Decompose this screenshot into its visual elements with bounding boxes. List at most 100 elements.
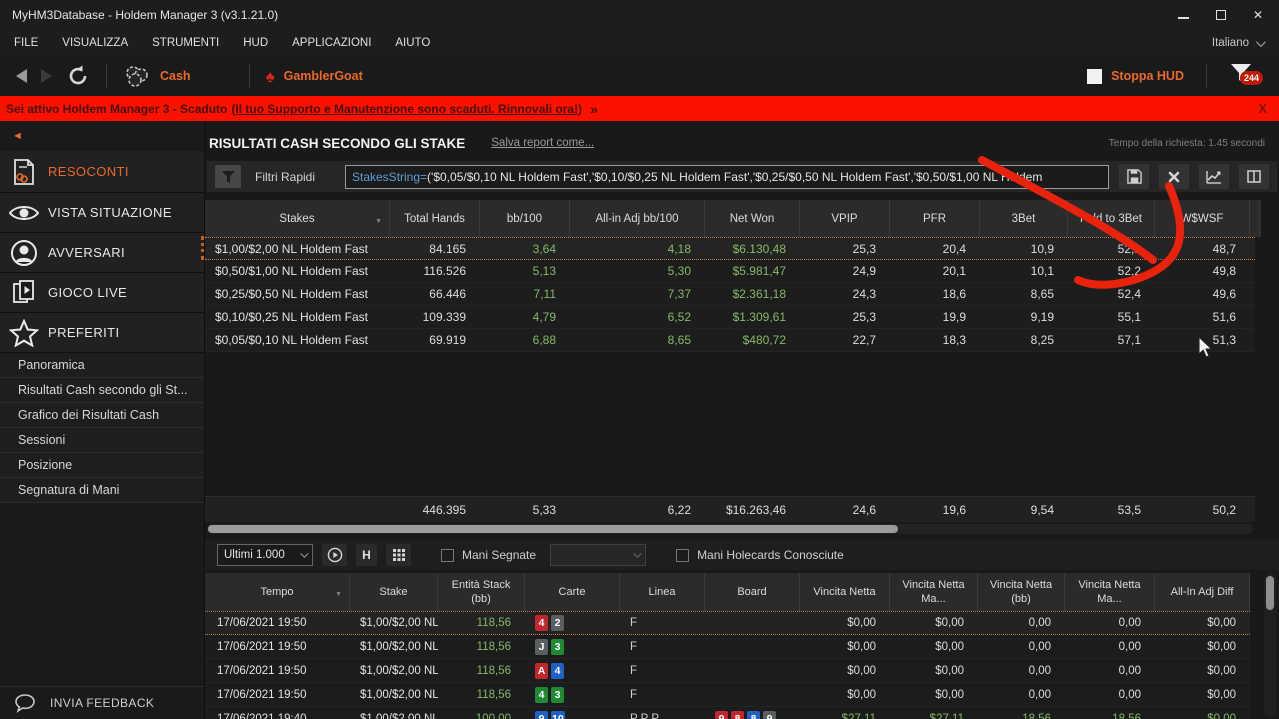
hand-row[interactable]: 17/06/2021 19:50 $1,00/$2,00 NL Holdem Fa…: [205, 635, 1250, 659]
chart-view-button[interactable]: [1199, 164, 1229, 189]
sidebar-item-vista-situazione[interactable]: VISTA SITUAZIONE: [0, 193, 204, 233]
marked-hands-checkbox[interactable]: [441, 548, 454, 562]
column-header-w-wsf[interactable]: W$WSF: [1155, 200, 1250, 237]
column-header-vincita-netta-ma-[interactable]: Vincita Netta Ma...: [1065, 573, 1155, 611]
menu-item-hud[interactable]: HUD: [243, 37, 268, 49]
save-report-link[interactable]: Salva report come...: [491, 137, 594, 149]
column-header-total-hands[interactable]: Total Hands: [390, 200, 480, 237]
stakes-table-row[interactable]: $0,10/$0,25 NL Holdem Fast 109.339 4,79 6,5…: [205, 306, 1255, 329]
send-feedback-button[interactable]: INVIA FEEDBACK: [0, 686, 204, 719]
banner-close-button[interactable]: X: [1258, 101, 1279, 116]
cell-value: 10,9: [1030, 241, 1054, 256]
cell-money: $0,00: [935, 640, 964, 653]
window-title: MyHM3Database - Holdem Manager 3 (v3.1.2…: [12, 8, 279, 22]
forward-icon[interactable]: [41, 69, 52, 83]
column-header-carte[interactable]: Carte: [525, 573, 620, 611]
column-header-3bet[interactable]: 3Bet: [980, 200, 1068, 237]
column-header-entit-stack-bb-[interactable]: Entità Stack (bb): [438, 573, 525, 611]
column-header-bb-100[interactable]: bb/100: [480, 200, 570, 237]
column-header-stakes[interactable]: Stakes ▼: [205, 200, 390, 237]
cash-tab[interactable]: Cash: [160, 69, 191, 83]
stakes-table-row[interactable]: $0,50/$1,00 NL Holdem Fast 116.526 5,13 5,3…: [205, 260, 1255, 283]
back-icon[interactable]: [16, 69, 27, 83]
vertical-scrollbar[interactable]: [1264, 573, 1276, 717]
column-header-vpip[interactable]: VPIP: [800, 200, 890, 237]
column-header-pfr[interactable]: PFR: [890, 200, 980, 237]
horizontal-scrollbar[interactable]: [207, 524, 1253, 534]
player-tab[interactable]: GamblerGoat: [284, 69, 363, 83]
replay-hand-button[interactable]: [322, 544, 347, 566]
hand-row[interactable]: 17/06/2021 19:50 $1,00/$2,00 NL Holdem Fa…: [205, 683, 1250, 707]
renew-link[interactable]: (Il tuo Supporto e Manutenzione sono sca…: [231, 102, 582, 116]
play-circle-icon: [327, 547, 342, 563]
hand-row[interactable]: 17/06/2021 19:40 $1,00/$2,00 NL Holdem Fa…: [205, 707, 1250, 719]
live-play-icon: [0, 279, 48, 307]
stakes-table-row[interactable]: $1,00/$2,00 NL Holdem Fast 84.165 3,64 4,18…: [205, 237, 1255, 260]
sidebar-item-avversari[interactable]: AVVERSARI: [0, 233, 204, 273]
stakes-table-row[interactable]: $0,25/$0,50 NL Holdem Fast 66.446 7,11 7,37…: [205, 283, 1255, 306]
column-header-all-in-adj-bb-100[interactable]: All-in Adj bb/100: [570, 200, 705, 237]
menu-item-visualizza[interactable]: VISUALIZZA: [62, 37, 128, 49]
maximize-icon[interactable]: [1215, 10, 1226, 20]
columns-layout-button[interactable]: [1239, 164, 1269, 189]
column-header-stake[interactable]: Stake: [350, 573, 438, 611]
quick-filter-button[interactable]: [215, 165, 241, 188]
menu-item-strumenti[interactable]: STRUMENTI: [152, 37, 219, 49]
scrollbar-thumb[interactable]: [1266, 576, 1274, 610]
column-header-net-won[interactable]: Net Won: [705, 200, 800, 237]
last-hands-select[interactable]: Ultimi 1.000: [217, 544, 313, 566]
column-header-board[interactable]: Board: [705, 573, 800, 611]
cell-money: $0,00: [1207, 712, 1236, 719]
scrollbar-thumb[interactable]: [208, 525, 899, 533]
column-header-tempo[interactable]: Tempo ▼: [205, 573, 350, 611]
clear-filter-button[interactable]: [1159, 164, 1189, 189]
hud-filter-button[interactable]: 244: [1229, 63, 1263, 89]
minimize-icon[interactable]: [1177, 17, 1189, 19]
close-icon[interactable]: ✕: [1253, 9, 1263, 21]
sidebar-splitter-handle[interactable]: [201, 236, 204, 260]
column-header-fold-to-3bet[interactable]: Fold to 3Bet: [1068, 200, 1155, 237]
toolbar-separator: [106, 64, 107, 88]
known-holecards-checkbox[interactable]: [676, 548, 690, 562]
hand-row[interactable]: 17/06/2021 19:50 $1,00/$2,00 NL Holdem Fa…: [205, 611, 1250, 635]
sidebar-item-gioco-live[interactable]: GIOCO LIVE: [0, 273, 204, 313]
sidebar-collapse-icon[interactable]: ◄: [12, 130, 23, 142]
sidebar-item-resoconti[interactable]: RESOCONTI: [0, 151, 204, 193]
cell-stack: 118,56: [476, 640, 511, 653]
banner-expand-icon[interactable]: »: [590, 101, 598, 117]
stop-hud-icon[interactable]: [1087, 68, 1103, 84]
hud-toggle-button[interactable]: H: [356, 544, 377, 566]
chevron-down-icon: [300, 549, 309, 558]
report-nav-segnatura-di-mani[interactable]: Segnatura di Mani: [0, 478, 204, 503]
report-nav-sessioni[interactable]: Sessioni: [0, 428, 204, 453]
column-header-vincita-netta-bb-[interactable]: Vincita Netta (bb): [978, 573, 1065, 611]
stop-hud-button[interactable]: Stoppa HUD: [1111, 69, 1184, 83]
hand-row[interactable]: 17/06/2021 19:50 $1,00/$2,00 NL Holdem Fa…: [205, 659, 1250, 683]
sidebar-item-preferiti[interactable]: PREFERITI: [0, 313, 204, 353]
report-nav-risultati-cash-secondo-gli-st-[interactable]: Risultati Cash secondo gli St...: [0, 378, 204, 403]
cell-value: 24,3: [852, 287, 876, 301]
report-nav-label: Posizione: [18, 458, 73, 472]
report-nav-label: Panoramica: [18, 358, 85, 372]
language-selector[interactable]: Italiano: [1212, 36, 1266, 49]
report-nav-grafico-dei-risultati-cash[interactable]: Grafico dei Risultati Cash: [0, 403, 204, 428]
menu-item-aiuto[interactable]: AIUTO: [395, 37, 430, 49]
marked-hands-select[interactable]: [550, 544, 647, 566]
menu-item-applicazioni[interactable]: APPLICAZIONI: [292, 37, 371, 49]
report-nav-label: Segnatura di Mani: [18, 483, 120, 497]
cell-value: 3,64: [532, 241, 556, 256]
column-header-all-in-adj-diff[interactable]: All-In Adj Diff: [1155, 573, 1250, 611]
poker-chips-icon: [126, 66, 148, 87]
column-header-linea[interactable]: Linea: [620, 573, 705, 611]
refresh-icon[interactable]: [66, 64, 90, 88]
column-header-vincita-netta[interactable]: Vincita Netta: [800, 573, 890, 611]
menu-item-file[interactable]: FILE: [14, 37, 38, 49]
grid-view-button[interactable]: [386, 544, 411, 566]
stakes-table-row[interactable]: $0,05/$0,10 NL Holdem Fast 69.919 6,88 8,65…: [205, 329, 1255, 352]
filter-query-input[interactable]: StakesString=('$0,05/$0,10 NL Holdem Fas…: [345, 164, 1109, 189]
report-nav-panoramica[interactable]: Panoramica: [0, 353, 204, 378]
column-header-vincita-netta-ma-[interactable]: Vincita Netta Ma...: [890, 573, 978, 611]
report-nav-posizione[interactable]: Posizione: [0, 453, 204, 478]
save-filter-button[interactable]: [1119, 164, 1149, 189]
cell-stack: 118,56: [476, 688, 511, 701]
